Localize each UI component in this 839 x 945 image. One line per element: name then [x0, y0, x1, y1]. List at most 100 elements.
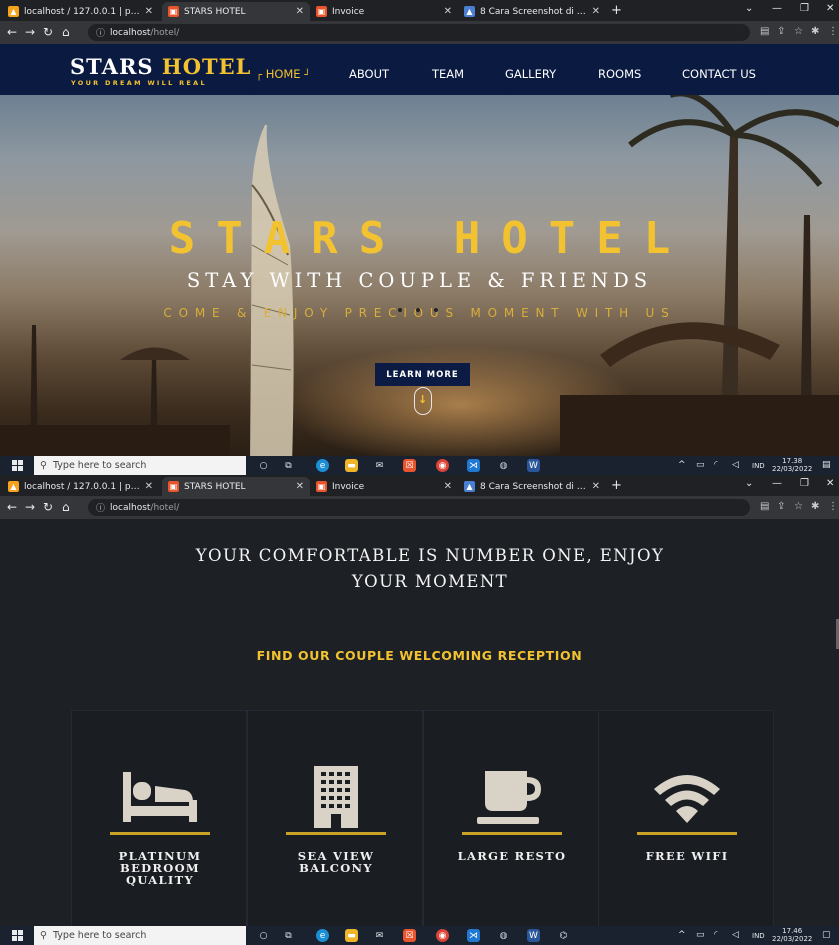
- snipping-tool-icon[interactable]: ⌬: [557, 929, 570, 942]
- vscode-icon[interactable]: ⋊: [467, 929, 480, 942]
- close-icon[interactable]: ✕: [145, 6, 153, 17]
- brand-logo[interactable]: STARS HOTEL: [70, 54, 251, 79]
- task-view-icon[interactable]: ⧉: [282, 929, 295, 942]
- nav-contact-us[interactable]: CONTACT US: [682, 67, 756, 81]
- translate-icon[interactable]: ▤: [760, 26, 769, 37]
- tab-search-icon[interactable]: ⌄: [745, 478, 753, 489]
- vscode-icon[interactable]: ⋊: [467, 459, 480, 472]
- back-icon[interactable]: ←: [7, 25, 17, 39]
- tab-invoice[interactable]: ▣ Invoice ✕: [310, 477, 458, 496]
- tab-stars-hotel[interactable]: ▣ STARS HOTEL ✕: [162, 2, 310, 21]
- cortana-icon[interactable]: ○: [257, 929, 270, 942]
- menu-icon[interactable]: ⋮: [828, 26, 838, 37]
- word-icon[interactable]: W: [527, 459, 540, 472]
- windows-start-icon[interactable]: [12, 460, 23, 471]
- taskbar-clock[interactable]: 17.46 22/03/2022: [772, 927, 812, 943]
- bookmark-star-icon[interactable]: ☆: [794, 501, 803, 512]
- scroll-down-button[interactable]: ↓: [414, 387, 432, 415]
- close-icon[interactable]: ✕: [145, 481, 153, 492]
- file-explorer-icon[interactable]: ▬: [345, 459, 358, 472]
- back-icon[interactable]: ←: [7, 500, 17, 514]
- close-icon[interactable]: ✕: [296, 481, 304, 492]
- bookmark-star-icon[interactable]: ☆: [794, 26, 803, 37]
- tab-article[interactable]: ▲ 8 Cara Screenshot di Laptop Windows ✕: [458, 477, 606, 496]
- volume-icon[interactable]: ◁: [732, 460, 739, 470]
- battery-icon[interactable]: ▭: [696, 460, 705, 470]
- nav-team[interactable]: TEAM: [432, 67, 464, 81]
- task-view-icon[interactable]: ⧉: [282, 459, 295, 472]
- url-input[interactable]: ⓘ localhost/hotel/: [88, 499, 750, 516]
- share-icon[interactable]: ⇪: [777, 501, 785, 512]
- nav-home[interactable]: ┌ HOME ┘: [256, 67, 310, 81]
- forward-icon[interactable]: →: [25, 25, 35, 39]
- app-icon[interactable]: ◍: [497, 929, 510, 942]
- forward-icon[interactable]: →: [25, 500, 35, 514]
- minimize-icon[interactable]: —: [772, 3, 782, 14]
- carousel-dot[interactable]: [434, 308, 438, 312]
- wifi-tray-icon[interactable]: ◜: [714, 460, 718, 470]
- new-tab-icon[interactable]: +: [611, 478, 622, 493]
- taskbar-search-input[interactable]: ⚲ Type here to search: [34, 926, 246, 945]
- xampp-icon[interactable]: ☒: [403, 459, 416, 472]
- extensions-icon[interactable]: ✱: [811, 501, 819, 512]
- close-icon[interactable]: ✕: [444, 6, 452, 17]
- tray-chevron-icon[interactable]: ^: [678, 460, 686, 470]
- close-icon[interactable]: ✕: [444, 481, 452, 492]
- close-icon[interactable]: ✕: [592, 481, 600, 492]
- edge-icon[interactable]: e: [316, 459, 329, 472]
- menu-icon[interactable]: ⋮: [828, 501, 838, 512]
- new-tab-icon[interactable]: +: [611, 3, 622, 18]
- close-window-icon[interactable]: ✕: [826, 478, 834, 489]
- carousel-indicators[interactable]: [398, 308, 438, 312]
- site-info-icon[interactable]: ⓘ: [96, 26, 105, 39]
- site-info-icon[interactable]: ⓘ: [96, 501, 105, 514]
- windows-start-icon[interactable]: [12, 930, 23, 941]
- edge-icon[interactable]: e: [316, 929, 329, 942]
- tab-phpmyadmin[interactable]: ▲ localhost / 127.0.0.1 | phpMyAdmin ✕: [2, 477, 159, 496]
- cortana-icon[interactable]: ○: [257, 459, 270, 472]
- close-icon[interactable]: ✕: [296, 6, 304, 17]
- chrome-icon[interactable]: ◉: [436, 929, 449, 942]
- file-explorer-icon[interactable]: ▬: [345, 929, 358, 942]
- xampp-icon[interactable]: ☒: [403, 929, 416, 942]
- taskbar-clock[interactable]: 17.38 22/03/2022: [772, 457, 812, 473]
- tab-stars-hotel[interactable]: ▣ STARS HOTEL ✕: [162, 477, 310, 496]
- minimize-icon[interactable]: —: [772, 478, 782, 489]
- volume-icon[interactable]: ◁: [732, 930, 739, 940]
- extensions-icon[interactable]: ✱: [811, 26, 819, 37]
- url-input[interactable]: ⓘ localhost/hotel/: [88, 24, 750, 41]
- tab-invoice[interactable]: ▣ Invoice ✕: [310, 2, 458, 21]
- battery-icon[interactable]: ▭: [696, 930, 705, 940]
- tab-phpmyadmin[interactable]: ▲ localhost / 127.0.0.1 | phpMyAdmin ✕: [2, 2, 159, 21]
- notification-icon[interactable]: ▤: [822, 460, 831, 470]
- nav-gallery[interactable]: GALLERY: [505, 67, 556, 81]
- word-icon[interactable]: W: [527, 929, 540, 942]
- wifi-tray-icon[interactable]: ◜: [714, 930, 718, 940]
- share-icon[interactable]: ⇪: [777, 26, 785, 37]
- language-indicator[interactable]: IND: [752, 462, 765, 470]
- taskbar-search-input[interactable]: ⚲ Type here to search: [34, 456, 246, 475]
- close-icon[interactable]: ✕: [592, 6, 600, 17]
- home-icon[interactable]: ⌂: [62, 500, 70, 514]
- mail-icon[interactable]: ✉: [373, 929, 386, 942]
- home-icon[interactable]: ⌂: [62, 25, 70, 39]
- learn-more-button[interactable]: LEARN MORE: [375, 363, 470, 386]
- app-icon[interactable]: ◍: [497, 459, 510, 472]
- reload-icon[interactable]: ↻: [43, 500, 53, 514]
- nav-rooms[interactable]: ROOMS: [598, 67, 641, 81]
- language-indicator[interactable]: IND: [752, 932, 765, 940]
- chrome-icon[interactable]: ◉: [436, 459, 449, 472]
- translate-icon[interactable]: ▤: [760, 501, 769, 512]
- carousel-dot[interactable]: [416, 308, 420, 312]
- tray-chevron-icon[interactable]: ^: [678, 930, 686, 940]
- nav-about[interactable]: ABOUT: [349, 67, 389, 81]
- tab-search-icon[interactable]: ⌄: [745, 3, 753, 14]
- mail-icon[interactable]: ✉: [373, 459, 386, 472]
- notification-icon[interactable]: ▢: [822, 930, 831, 940]
- close-window-icon[interactable]: ✕: [826, 3, 834, 14]
- reload-icon[interactable]: ↻: [43, 25, 53, 39]
- carousel-dot[interactable]: [398, 308, 402, 312]
- restore-icon[interactable]: ❐: [800, 3, 809, 14]
- tab-article[interactable]: ▲ 8 Cara Screenshot di Laptop Windows ✕: [458, 2, 606, 21]
- restore-icon[interactable]: ❐: [800, 478, 809, 489]
